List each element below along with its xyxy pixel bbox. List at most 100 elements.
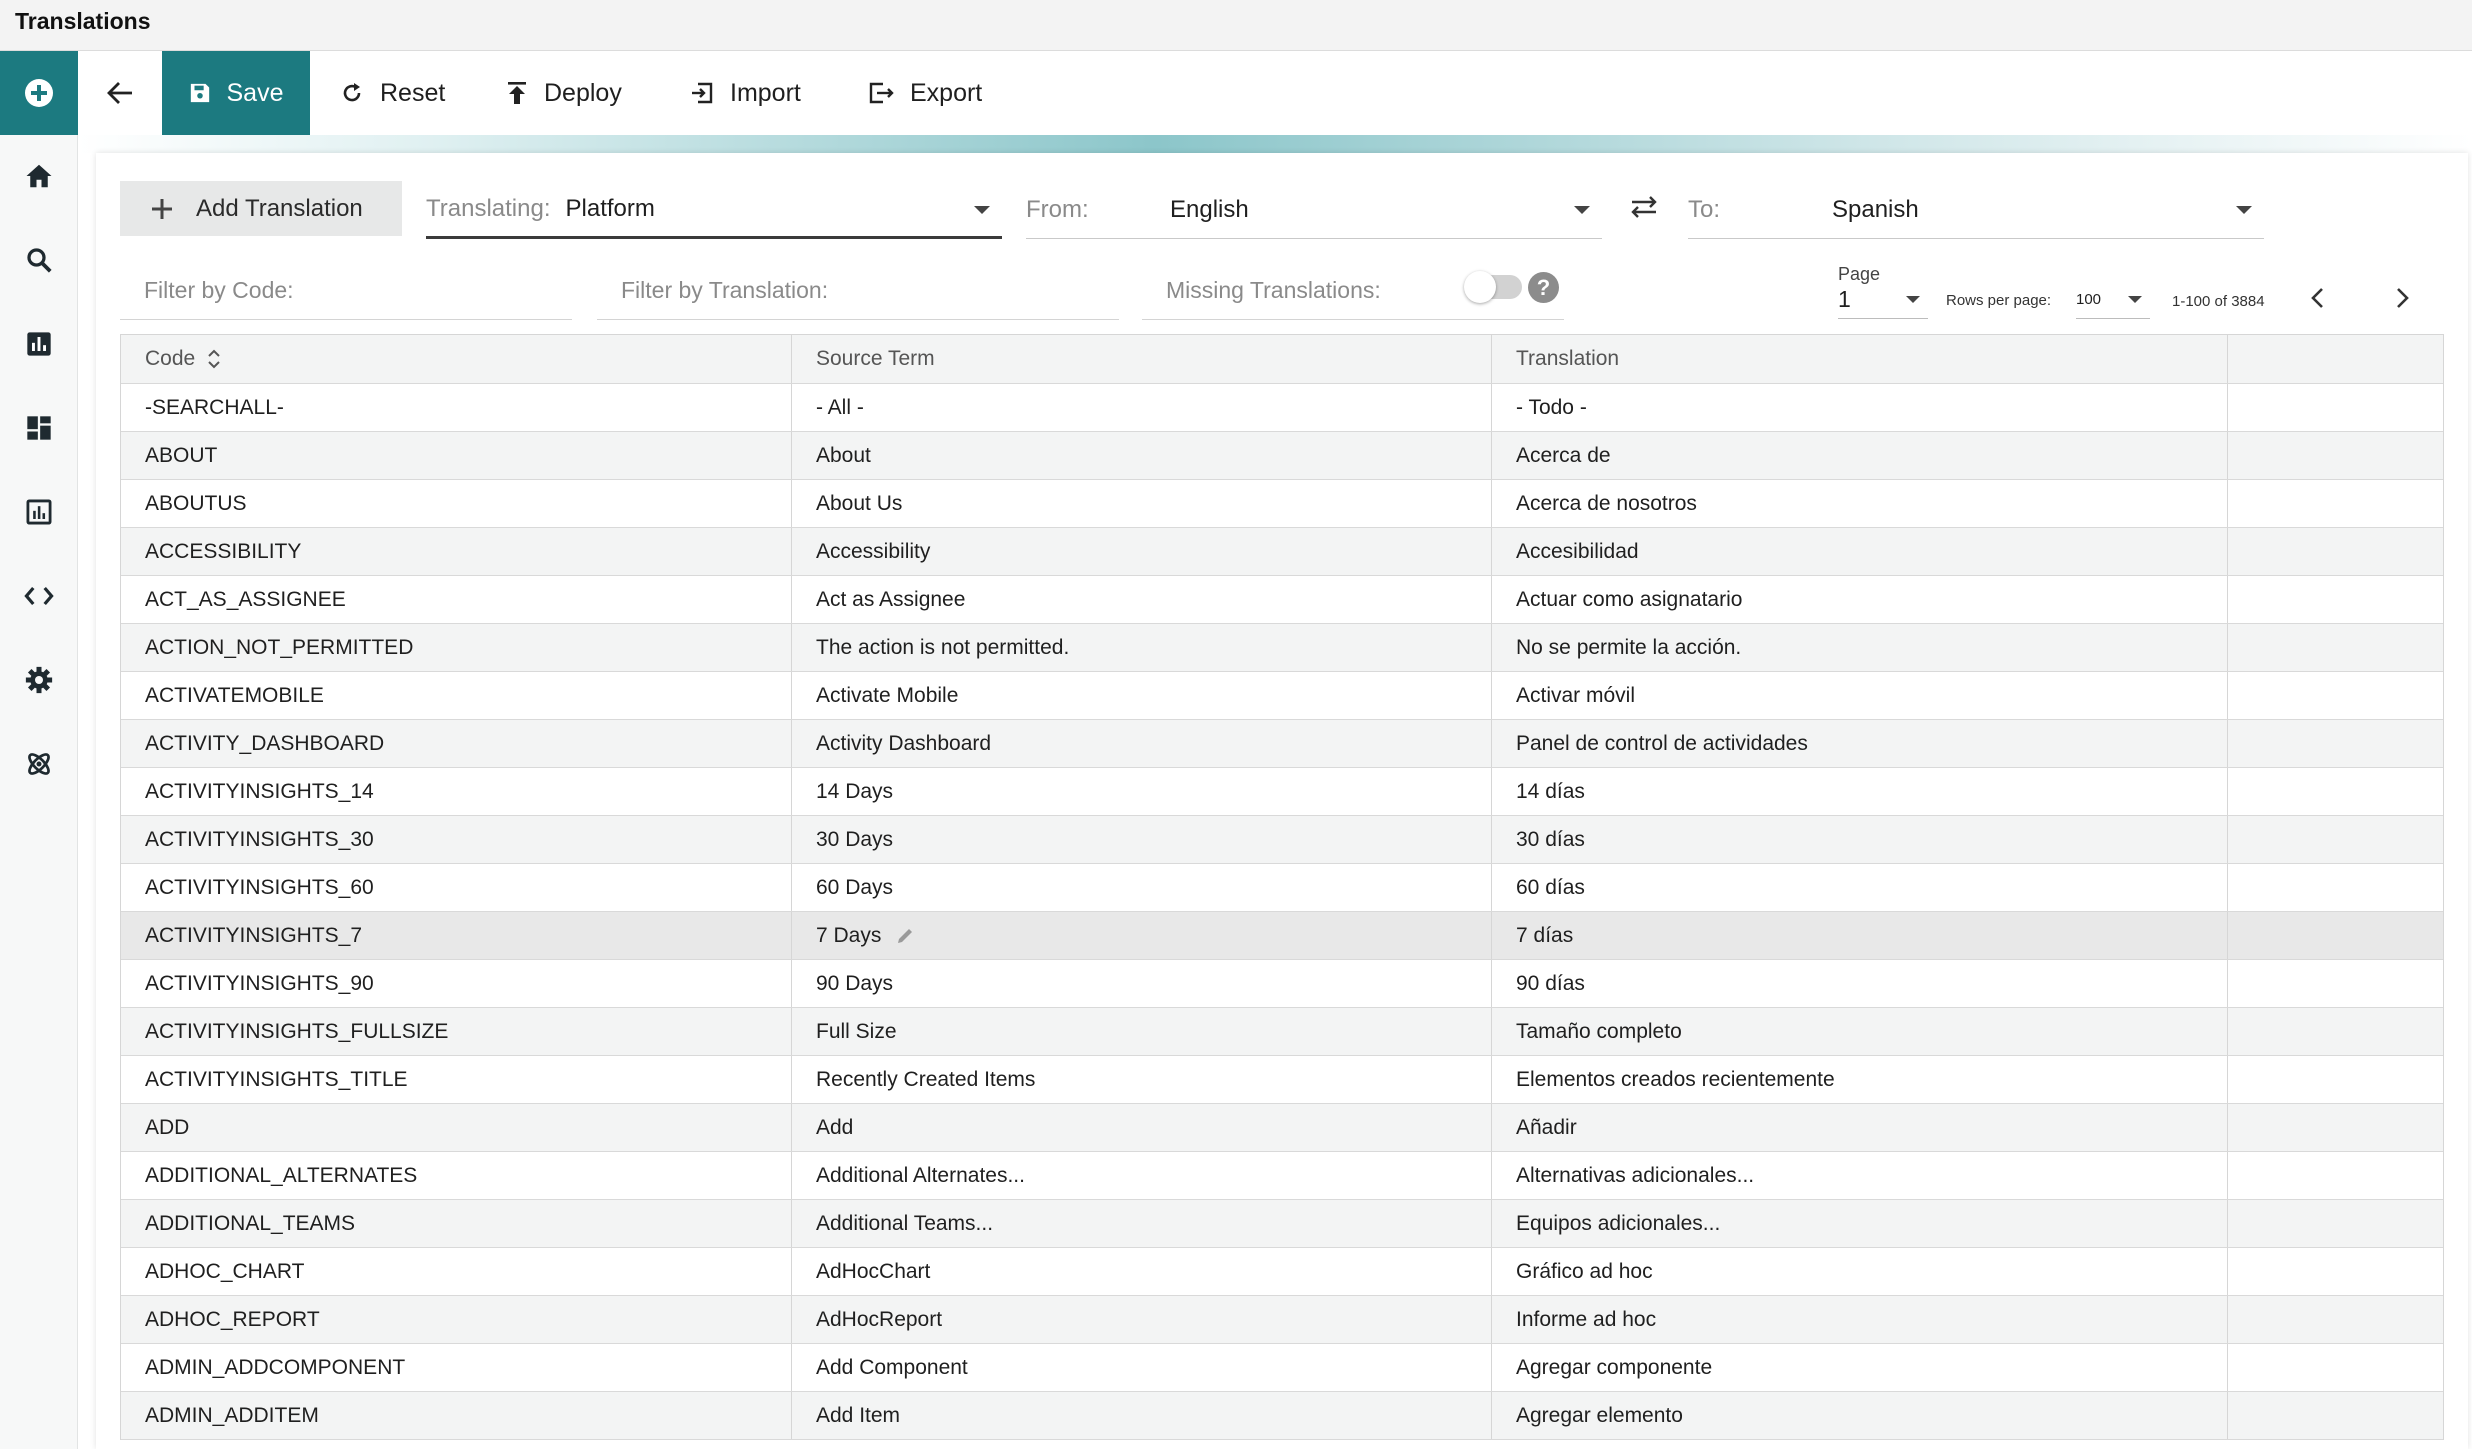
table-row[interactable]: ACTIVITYINSIGHTS_60 60 Days 60 días bbox=[121, 864, 2443, 912]
translation-cell[interactable]: Añadir bbox=[1492, 1104, 2228, 1151]
table-row[interactable]: ACTIVITYINSIGHTS_14 14 Days 14 días bbox=[121, 768, 2443, 816]
table-row[interactable]: ACTION_NOT_PERMITTED The action is not pe… bbox=[121, 624, 2443, 672]
code-cell: ADDITIONAL_TEAMS bbox=[121, 1200, 792, 1247]
back-button[interactable] bbox=[78, 51, 162, 135]
translation-cell[interactable]: 30 días bbox=[1492, 816, 2228, 863]
sidebar-item-search[interactable] bbox=[0, 236, 78, 284]
chevron-down-icon bbox=[1574, 206, 1590, 214]
swap-languages-button[interactable] bbox=[1628, 192, 1660, 227]
import-button[interactable]: Import bbox=[690, 51, 801, 135]
table-row[interactable]: ADMIN_ADDITEM Add Item Agregar elemento bbox=[121, 1392, 2443, 1440]
help-icon[interactable]: ? bbox=[1528, 272, 1559, 303]
translation-cell[interactable]: Acerca de bbox=[1492, 432, 2228, 479]
table-row[interactable]: ADDITIONAL_ALTERNATES Additional Alternat… bbox=[121, 1152, 2443, 1200]
actions-cell bbox=[2228, 768, 2443, 815]
table-row[interactable]: ADDITIONAL_TEAMS Additional Teams... Equip… bbox=[121, 1200, 2443, 1248]
add-translation-button[interactable]: Add Translation bbox=[120, 181, 402, 236]
translation-cell[interactable]: 7 días bbox=[1492, 912, 2228, 959]
translation-cell[interactable]: Tamaño completo bbox=[1492, 1008, 2228, 1055]
table-row[interactable]: ABOUTUS About Us Acerca de nosotros bbox=[121, 480, 2443, 528]
translation-cell[interactable]: Gráfico ad hoc bbox=[1492, 1248, 2228, 1295]
translating-select[interactable]: Translating: Platform bbox=[426, 181, 1002, 239]
translation-cell[interactable]: Actuar como asignatario bbox=[1492, 576, 2228, 623]
to-language-select[interactable]: To: Spanish bbox=[1688, 181, 2264, 239]
from-language-select[interactable]: From: English bbox=[1026, 181, 1602, 239]
deploy-button[interactable]: Deploy bbox=[506, 51, 622, 135]
table-row[interactable]: ACTIVITYINSIGHTS_TITLE Recently Created I… bbox=[121, 1056, 2443, 1104]
translation-cell[interactable]: 14 días bbox=[1492, 768, 2228, 815]
filter-by-code-input[interactable]: Filter by Code: bbox=[120, 262, 572, 320]
source-term-cell: AdHocChart bbox=[792, 1248, 1492, 1295]
translation-cell[interactable]: Agregar componente bbox=[1492, 1344, 2228, 1391]
actions-cell bbox=[2228, 960, 2443, 1007]
code-cell: ACTION_NOT_PERMITTED bbox=[121, 624, 792, 671]
source-term-cell: Additional Teams... bbox=[792, 1200, 1492, 1247]
table-row[interactable]: -SEARCHALL- - All - - Todo - bbox=[121, 384, 2443, 432]
source-term-cell: Activity Dashboard bbox=[792, 720, 1492, 767]
filter-by-translation-input[interactable]: Filter by Translation: bbox=[597, 262, 1119, 320]
table-row[interactable]: ACCESSIBILITY Accessibility Accesibilidad bbox=[121, 528, 2443, 576]
create-new-button[interactable] bbox=[0, 51, 78, 135]
actions-cell bbox=[2228, 576, 2443, 623]
code-text: ABOUT bbox=[145, 443, 218, 467]
translation-cell[interactable]: - Todo - bbox=[1492, 384, 2228, 431]
save-button[interactable]: Save bbox=[162, 51, 310, 135]
translation-cell[interactable]: Elementos creados recientemente bbox=[1492, 1056, 2228, 1103]
reset-button[interactable]: Reset bbox=[340, 51, 445, 135]
table-row[interactable]: ACTIVITYINSIGHTS_30 30 Days 30 días bbox=[121, 816, 2443, 864]
translation-cell[interactable]: Informe ad hoc bbox=[1492, 1296, 2228, 1343]
column-header-translation[interactable]: Translation bbox=[1492, 335, 2228, 383]
table-row[interactable]: ADD Add Añadir bbox=[121, 1104, 2443, 1152]
page-select[interactable]: 1 bbox=[1838, 281, 1928, 319]
previous-page-button[interactable] bbox=[2308, 285, 2328, 316]
code-text: ACTIVATEMOBILE bbox=[145, 683, 324, 707]
rows-per-page-select[interactable]: 100 bbox=[2076, 281, 2150, 319]
translations-table: Code Source Term Translation -SEARCHALL-… bbox=[120, 334, 2444, 1440]
code-cell: ADHOC_CHART bbox=[121, 1248, 792, 1295]
sidebar-item-home[interactable] bbox=[0, 152, 78, 200]
pencil-icon[interactable] bbox=[895, 926, 915, 946]
table-row[interactable]: ACTIVATEMOBILE Activate Mobile Activar móv… bbox=[121, 672, 2443, 720]
table-row[interactable]: ADHOC_REPORT AdHocReport Informe ad hoc bbox=[121, 1296, 2443, 1344]
sidebar-item-integrations[interactable] bbox=[0, 740, 78, 788]
translation-text: Informe ad hoc bbox=[1516, 1307, 1657, 1331]
arrow-left-icon bbox=[107, 82, 132, 104]
sidebar-item-dashboards[interactable] bbox=[0, 404, 78, 452]
table-row[interactable]: ABOUT About Acerca de bbox=[121, 432, 2443, 480]
next-page-button[interactable] bbox=[2392, 285, 2412, 316]
from-label: From: bbox=[1026, 195, 1089, 223]
table-row[interactable]: ADMIN_ADDCOMPONENT Add Component Agregar c… bbox=[121, 1344, 2443, 1392]
translation-text: Añadir bbox=[1516, 1115, 1577, 1139]
sidebar-item-settings[interactable] bbox=[0, 656, 78, 704]
translation-cell[interactable]: Equipos adicionales... bbox=[1492, 1200, 2228, 1247]
table-row[interactable]: ACTIVITYINSIGHTS_FULLSIZE Full Size Tamaño… bbox=[121, 1008, 2443, 1056]
actions-cell bbox=[2228, 816, 2443, 863]
table-row[interactable]: ACT_AS_ASSIGNEE Act as Assignee Actuar com… bbox=[121, 576, 2443, 624]
table-row[interactable]: ACTIVITY_DASHBOARD Activity Dashboard Pane… bbox=[121, 720, 2443, 768]
column-header-translation-label: Translation bbox=[1516, 347, 1620, 370]
code-cell: ACTIVITYINSIGHTS_90 bbox=[121, 960, 792, 1007]
translation-cell[interactable]: 60 días bbox=[1492, 864, 2228, 911]
sidebar-item-analytics[interactable] bbox=[0, 320, 78, 368]
missing-translations-toggle[interactable] bbox=[1464, 271, 1522, 303]
sidebar-item-reports[interactable] bbox=[0, 488, 78, 536]
translation-cell[interactable]: 90 días bbox=[1492, 960, 2228, 1007]
translation-cell[interactable]: No se permite la acción. bbox=[1492, 624, 2228, 671]
plus-icon bbox=[152, 198, 172, 219]
code-text: ACTIVITYINSIGHTS_FULLSIZE bbox=[145, 1019, 449, 1043]
export-button[interactable]: Export bbox=[868, 51, 982, 135]
code-icon bbox=[24, 586, 54, 606]
translation-cell[interactable]: Activar móvil bbox=[1492, 672, 2228, 719]
sidebar-item-developer[interactable] bbox=[0, 572, 78, 620]
table-row[interactable]: ADHOC_CHART AdHocChart Gráfico ad hoc bbox=[121, 1248, 2443, 1296]
column-header-code[interactable]: Code bbox=[121, 335, 792, 383]
translation-cell[interactable]: Accesibilidad bbox=[1492, 528, 2228, 575]
table-row[interactable]: ACTIVITYINSIGHTS_7 7 Days 7 días bbox=[121, 912, 2443, 960]
actions-cell bbox=[2228, 480, 2443, 527]
column-header-source-term[interactable]: Source Term bbox=[792, 335, 1492, 383]
translation-cell[interactable]: Acerca de nosotros bbox=[1492, 480, 2228, 527]
table-row[interactable]: ACTIVITYINSIGHTS_90 90 Days 90 días bbox=[121, 960, 2443, 1008]
translation-cell[interactable]: Panel de control de actividades bbox=[1492, 720, 2228, 767]
translation-cell[interactable]: Agregar elemento bbox=[1492, 1392, 2228, 1439]
translation-cell[interactable]: Alternativas adicionales... bbox=[1492, 1152, 2228, 1199]
